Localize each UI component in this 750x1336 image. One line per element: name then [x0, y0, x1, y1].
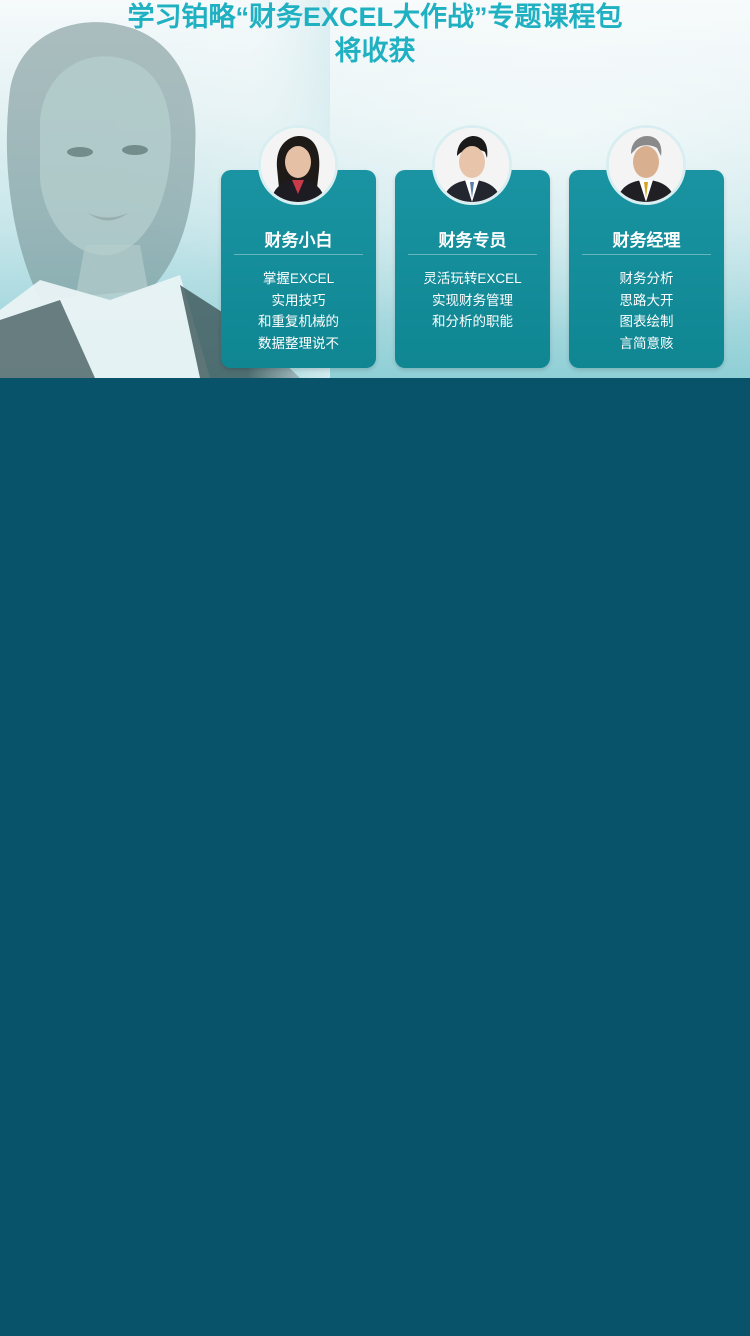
- card-finance-beginner: 财务小白 掌握EXCEL 实用技巧 和重复机械的 数据整理说不: [221, 125, 376, 368]
- card-title: 财务经理: [612, 231, 681, 250]
- description-line: 和分析的职能: [432, 314, 513, 329]
- female-professional-avatar: [258, 125, 338, 205]
- card-description: 灵活玩转EXCEL 实现财务管理 和分析的职能: [395, 268, 550, 333]
- card-title: 财务小白: [264, 231, 333, 250]
- description-line: 财务分析: [619, 271, 674, 286]
- description-line: 数据整理说不: [258, 335, 339, 351]
- hero-banner: 学习铂略“财务EXCEL大作战”专题课程包 将收获 财务小白 掌握EXCEL 实…: [0, 0, 750, 378]
- description-line: 和重复机械的: [258, 314, 339, 329]
- description-line: 实用技巧: [271, 292, 326, 308]
- title-line-2: 将收获: [334, 36, 416, 66]
- senior-male-professional-avatar: [606, 125, 686, 205]
- content-background: [0, 378, 750, 1336]
- description-line: 实现财务管理: [432, 292, 513, 308]
- divider: [408, 254, 537, 255]
- description-line: 灵活玩转EXCEL: [423, 271, 522, 286]
- card-finance-manager: 财务经理 财务分析 思路大开 图表绘制 言简意赅: [569, 125, 724, 368]
- description-line: 言简意赅: [619, 335, 674, 351]
- card-description: 掌握EXCEL 实用技巧 和重复机械的 数据整理说不: [221, 268, 376, 354]
- description-line: 掌握EXCEL: [262, 271, 335, 286]
- description-line: 图表绘制: [619, 314, 674, 329]
- divider: [234, 254, 363, 255]
- description-line: 思路大开: [619, 292, 674, 308]
- card-finance-specialist: 财务专员 灵活玩转EXCEL 实现财务管理 和分析的职能: [395, 125, 550, 368]
- young-male-professional-avatar: [432, 125, 512, 205]
- title-line-1: 学习铂略“财务EXCEL大作战”专题课程包: [127, 2, 623, 32]
- card-title: 财务专员: [438, 231, 507, 250]
- page-title: 学习铂略“财务EXCEL大作战”专题课程包 将收获: [0, 0, 750, 68]
- card-description: 财务分析 思路大开 图表绘制 言简意赅: [569, 268, 724, 354]
- divider: [582, 254, 711, 255]
